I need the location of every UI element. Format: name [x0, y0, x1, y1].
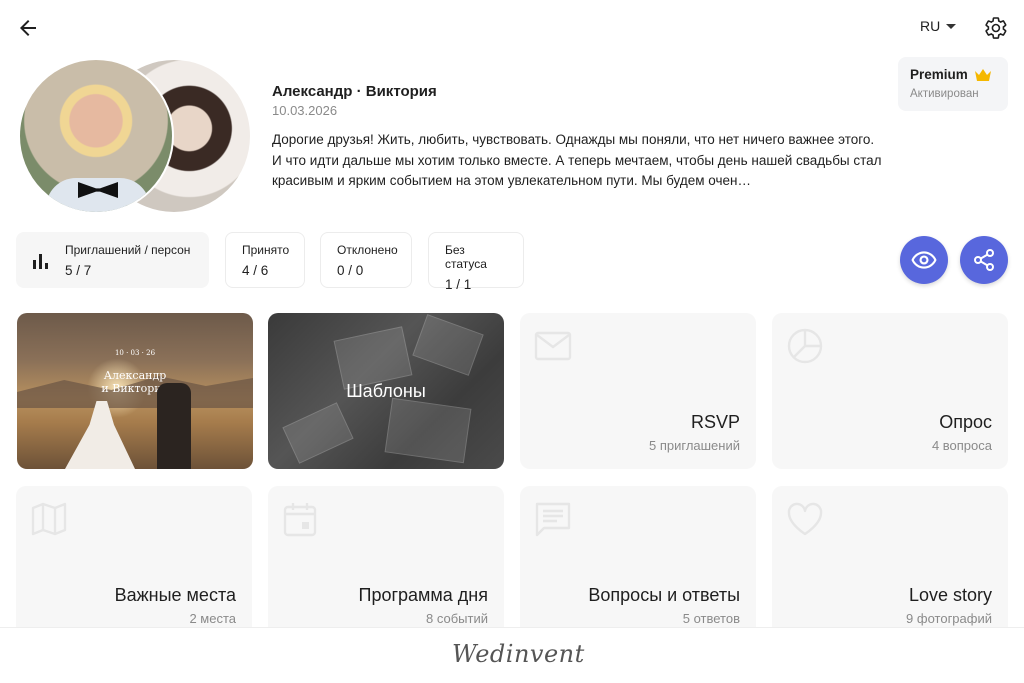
stat-value: 4 / 6: [242, 263, 269, 278]
wedinvent-logo: Wedinvent: [452, 640, 585, 668]
invitation-date: 10 · 03 · 26: [114, 349, 156, 357]
rsvp-card[interactable]: RSVP 5 приглашений: [520, 313, 756, 469]
language-selector[interactable]: RU: [920, 18, 957, 34]
envelope-icon: [534, 331, 572, 361]
faq-subtitle: 5 ответов: [682, 611, 740, 626]
calendar-icon: [283, 503, 317, 537]
heart-icon: [787, 502, 823, 536]
stat-label: Принято: [242, 243, 290, 257]
stat-label: Отклонено: [337, 243, 398, 257]
gear-icon[interactable]: [984, 16, 1008, 40]
schedule-title: Программа дня: [358, 585, 489, 605]
stat-invitations: Приглашений / персон 5 / 7: [16, 232, 209, 288]
premium-title: Premium: [910, 67, 968, 82]
love-story-subtitle: 9 фотографий: [906, 611, 992, 626]
rsvp-title: RSVP: [690, 412, 740, 432]
groom-avatar: [18, 58, 174, 214]
places-card[interactable]: Важные места 2 места: [16, 486, 252, 642]
places-title: Важные места: [114, 585, 236, 605]
poll-title: Опрос: [939, 412, 992, 432]
invitation-names: Александр и Виктория: [101, 369, 169, 395]
language-label: RU: [920, 18, 941, 34]
top-bar: RU: [0, 0, 1024, 56]
wedding-date: 10.03.2026: [272, 103, 338, 118]
wedding-description: Дорогие друзья! Жить, любить, чувствоват…: [272, 132, 882, 188]
chevron-down-icon: [946, 23, 957, 29]
footer: Wedinvent: [0, 627, 1024, 683]
faq-title: Вопросы и ответы: [588, 585, 740, 605]
stat-value: 0 / 0: [337, 263, 364, 278]
stat-accepted: Принято 4 / 6: [225, 232, 305, 288]
invitation-preview-card[interactable]: 10 · 03 · 26 Александр и Виктория: [17, 313, 253, 469]
share-icon: [974, 249, 994, 271]
premium-status: Активирован: [910, 88, 979, 100]
love-story-card[interactable]: Love story 9 фотографий: [772, 486, 1008, 642]
rsvp-subtitle: 5 приглашений: [648, 438, 740, 453]
stat-value: 1 / 1: [445, 277, 472, 292]
stat-label: Приглашений / персон: [65, 243, 191, 257]
faq-card[interactable]: Вопросы и ответы 5 ответов: [520, 486, 756, 642]
poll-card[interactable]: Опрос 4 вопроса: [772, 313, 1008, 469]
stat-value: 5 / 7: [65, 263, 92, 278]
schedule-card[interactable]: Программа дня 8 событий: [268, 486, 504, 642]
stat-declined: Отклонено 0 / 0: [320, 232, 412, 288]
preview-button[interactable]: [900, 236, 948, 284]
pie-chart-icon: [787, 328, 823, 364]
premium-badge[interactable]: Premium Активирован: [898, 57, 1008, 111]
stat-no-status: Без статуса 1 / 1: [428, 232, 524, 292]
couple-names: Александр · Виктория: [272, 83, 437, 100]
crown-icon: [974, 68, 991, 81]
chat-icon: [535, 502, 571, 537]
templates-title: Шаблоны: [346, 381, 426, 401]
bar-chart-icon: [33, 254, 48, 269]
share-button[interactable]: [960, 236, 1008, 284]
poll-subtitle: 4 вопроса: [931, 438, 992, 453]
eye-icon: [911, 251, 937, 269]
couple-avatars: [18, 58, 254, 216]
schedule-subtitle: 8 событий: [426, 611, 488, 626]
map-icon: [31, 502, 67, 536]
stat-label: Без статуса: [445, 243, 487, 271]
love-story-title: Love story: [908, 585, 992, 605]
places-subtitle: 2 места: [189, 611, 236, 626]
templates-card[interactable]: Шаблоны: [268, 313, 504, 469]
back-arrow-icon[interactable]: [16, 16, 40, 40]
